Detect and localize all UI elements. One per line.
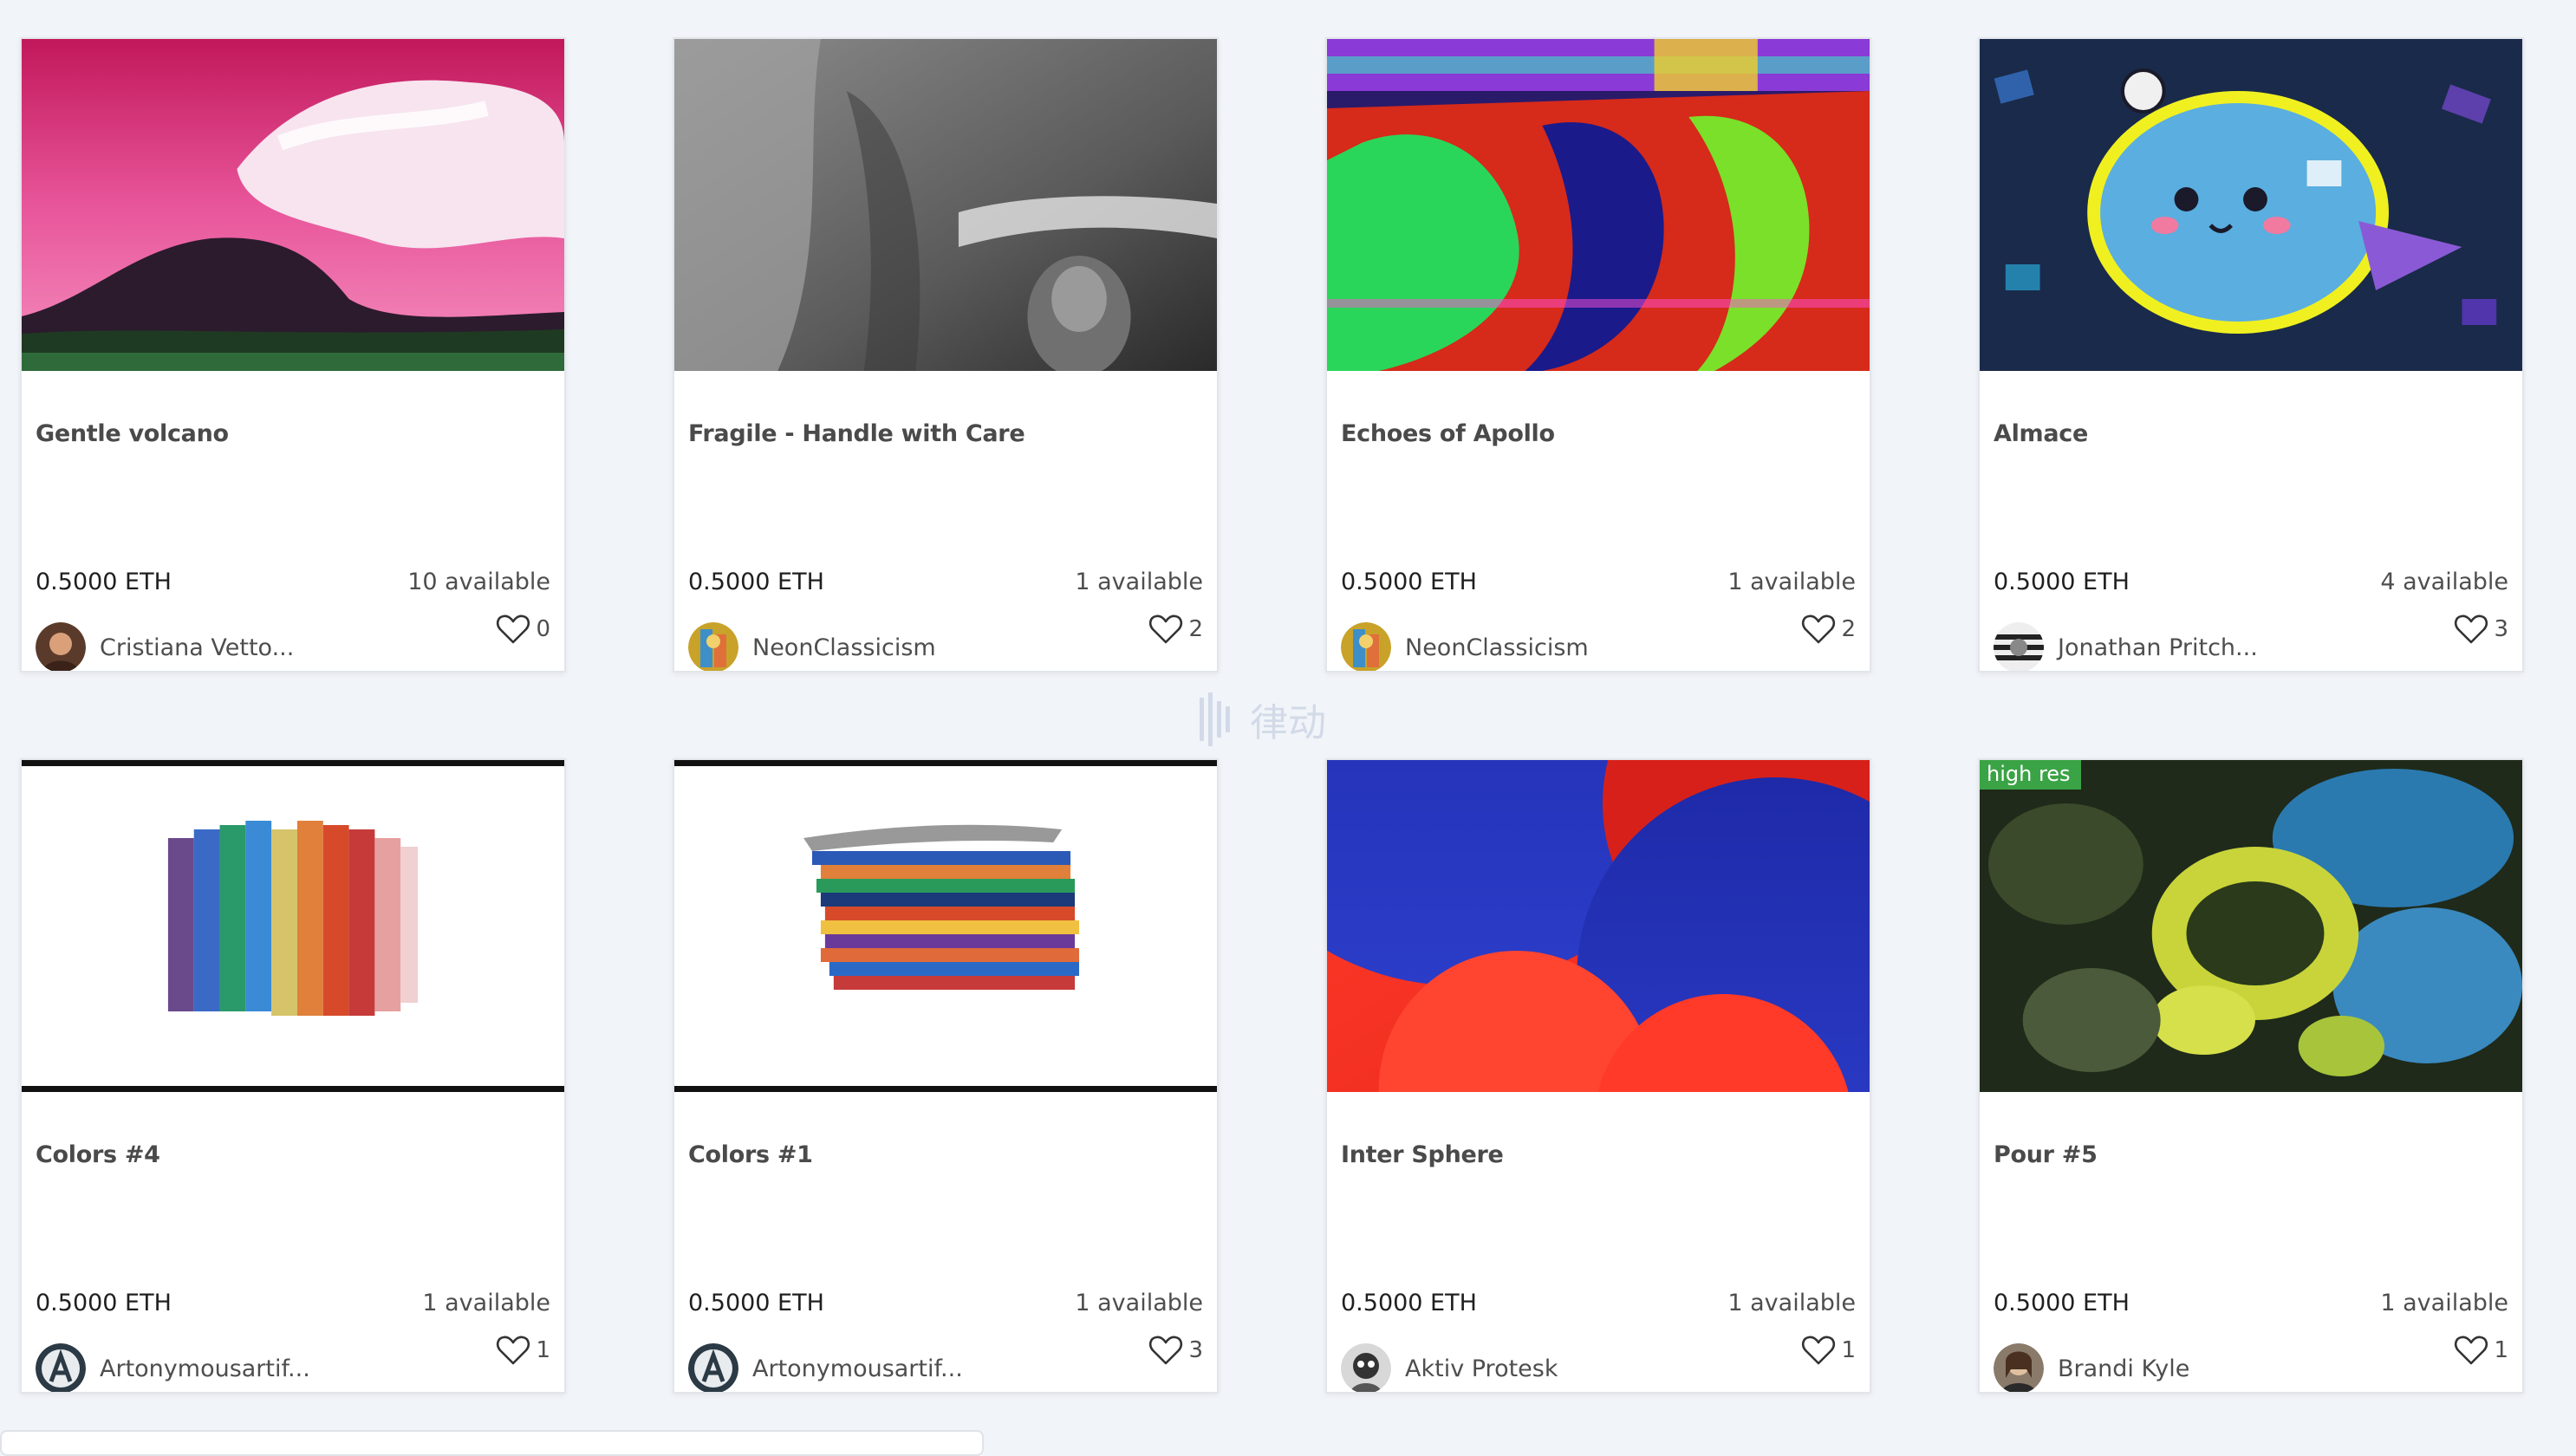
- creator-name[interactable]: NeonClassicism: [752, 634, 936, 661]
- creator-name[interactable]: NeonClassicism: [1405, 634, 1589, 661]
- nft-card[interactable]: high res Pour #5 0.5000 ETH 1 available …: [1978, 758, 2524, 1394]
- nft-price: 0.5000 ETH: [1341, 569, 1477, 595]
- like-count: 2: [1841, 616, 1856, 642]
- nft-title[interactable]: Pour #5: [1994, 1141, 2098, 1168]
- nft-title[interactable]: Colors #4: [36, 1141, 160, 1168]
- creator-avatar[interactable]: [1341, 622, 1391, 671]
- nft-creator[interactable]: Brandi Kyle: [1994, 1343, 2189, 1392]
- nft-availability: 1 available: [422, 1290, 550, 1316]
- nft-title[interactable]: Colors #1: [688, 1141, 813, 1168]
- heart-outline-icon[interactable]: [1148, 1335, 1183, 1366]
- nft-availability: 1 available: [1727, 1290, 1856, 1316]
- heart-outline-icon[interactable]: [496, 1335, 530, 1366]
- nft-artwork-image[interactable]: [674, 39, 1217, 371]
- nft-availability: 1 available: [1075, 569, 1203, 595]
- nft-availability: 1 available: [1075, 1290, 1203, 1316]
- like-button[interactable]: 1: [2454, 1335, 2508, 1366]
- creator-avatar[interactable]: [36, 1343, 86, 1392]
- heart-outline-icon[interactable]: [2454, 614, 2488, 645]
- frame-top-bar: [22, 760, 564, 766]
- heart-outline-icon[interactable]: [1801, 614, 1836, 645]
- nft-card[interactable]: Colors #4 0.5000 ETH 1 available Artonym…: [20, 758, 566, 1394]
- watermark: 律动: [1196, 685, 1395, 754]
- creator-name[interactable]: Aktiv Protesk: [1405, 1355, 1558, 1382]
- blockbeats-logo-icon: [1200, 692, 1230, 746]
- nft-card[interactable]: Echoes of Apollo 0.5000 ETH 1 available …: [1325, 37, 1871, 673]
- like-count: 1: [1841, 1337, 1856, 1363]
- nft-card[interactable]: Inter Sphere 0.5000 ETH 1 available Akti…: [1325, 758, 1871, 1394]
- nft-price: 0.5000 ETH: [1994, 1290, 2130, 1316]
- nft-creator[interactable]: Artonymousartif...: [688, 1343, 963, 1392]
- nft-artwork-image[interactable]: [1980, 760, 2522, 1092]
- nft-availability: 10 available: [407, 569, 550, 595]
- nft-creator[interactable]: Artonymousartif...: [36, 1343, 310, 1392]
- like-button[interactable]: 3: [1148, 1335, 1203, 1366]
- like-button[interactable]: 2: [1148, 614, 1203, 645]
- creator-avatar[interactable]: [1341, 1343, 1391, 1392]
- like-count: 1: [2494, 1337, 2508, 1363]
- heart-outline-icon[interactable]: [2454, 1335, 2488, 1366]
- creator-avatar[interactable]: [688, 1343, 738, 1392]
- nft-price: 0.5000 ETH: [688, 1290, 824, 1316]
- like-button[interactable]: 3: [2454, 614, 2508, 645]
- creator-name[interactable]: Cristiana Vetto...: [100, 634, 294, 661]
- nft-availability: 4 available: [2380, 569, 2508, 595]
- nft-creator[interactable]: Aktiv Protesk: [1341, 1343, 1558, 1392]
- creator-name[interactable]: Artonymousartif...: [752, 1355, 963, 1382]
- nft-creator[interactable]: NeonClassicism: [688, 622, 936, 671]
- creator-name[interactable]: Artonymousartif...: [100, 1355, 310, 1382]
- nft-title[interactable]: Inter Sphere: [1341, 1141, 1504, 1168]
- nft-artwork-image[interactable]: [674, 760, 1217, 1092]
- like-count: 3: [1188, 1337, 1203, 1363]
- like-count: 3: [2494, 616, 2508, 642]
- nft-card[interactable]: Gentle volcano 0.5000 ETH 10 available C…: [20, 37, 566, 673]
- nft-artwork-image[interactable]: [1327, 39, 1870, 371]
- high-res-badge: high res: [1980, 760, 2081, 790]
- frame-top-bar: [674, 760, 1217, 766]
- watermark-text: 律动: [1250, 701, 1326, 745]
- nft-title[interactable]: Almace: [1994, 420, 2088, 447]
- creator-avatar[interactable]: [1994, 1343, 2044, 1392]
- heart-outline-icon[interactable]: [1801, 1335, 1836, 1366]
- nft-creator[interactable]: Cristiana Vetto...: [36, 622, 294, 671]
- nft-artwork-image[interactable]: [22, 39, 564, 371]
- nft-creator[interactable]: NeonClassicism: [1341, 622, 1589, 671]
- nft-price: 0.5000 ETH: [1994, 569, 2130, 595]
- nft-artwork-image[interactable]: [1980, 39, 2522, 371]
- creator-name[interactable]: Jonathan Pritch...: [2058, 634, 2258, 661]
- creator-avatar[interactable]: [36, 622, 86, 671]
- nft-price: 0.5000 ETH: [688, 569, 824, 595]
- like-button[interactable]: 1: [1801, 1335, 1856, 1366]
- like-count: 1: [536, 1337, 550, 1363]
- heart-outline-icon[interactable]: [496, 614, 530, 645]
- bottom-popup-edge: [0, 1430, 984, 1456]
- nft-artwork-image[interactable]: [22, 760, 564, 1092]
- nft-price: 0.5000 ETH: [36, 569, 172, 595]
- nft-price: 0.5000 ETH: [1341, 1290, 1477, 1316]
- like-button[interactable]: 2: [1801, 614, 1856, 645]
- creator-name[interactable]: Brandi Kyle: [2058, 1355, 2189, 1382]
- nft-card[interactable]: Colors #1 0.5000 ETH 1 available Artonym…: [673, 758, 1219, 1394]
- creator-avatar[interactable]: [688, 622, 738, 671]
- nft-artwork-image[interactable]: [1327, 760, 1870, 1092]
- nft-card[interactable]: Fragile - Handle with Care 0.5000 ETH 1 …: [673, 37, 1219, 673]
- creator-avatar[interactable]: [1994, 622, 2044, 671]
- nft-price: 0.5000 ETH: [36, 1290, 172, 1316]
- frame-bottom-bar: [22, 1086, 564, 1092]
- like-button[interactable]: 1: [496, 1335, 550, 1366]
- nft-title[interactable]: Fragile - Handle with Care: [688, 420, 1025, 447]
- nft-availability: 1 available: [1727, 569, 1856, 595]
- like-count: 2: [1188, 616, 1203, 642]
- like-count: 0: [536, 616, 550, 642]
- nft-title[interactable]: Echoes of Apollo: [1341, 420, 1555, 447]
- frame-bottom-bar: [674, 1086, 1217, 1092]
- like-button[interactable]: 0: [496, 614, 550, 645]
- nft-title[interactable]: Gentle volcano: [36, 420, 229, 447]
- nft-availability: 1 available: [2380, 1290, 2508, 1316]
- heart-outline-icon[interactable]: [1148, 614, 1183, 645]
- nft-card[interactable]: Almace 0.5000 ETH 4 available Jonathan P…: [1978, 37, 2524, 673]
- nft-creator[interactable]: Jonathan Pritch...: [1994, 622, 2258, 671]
